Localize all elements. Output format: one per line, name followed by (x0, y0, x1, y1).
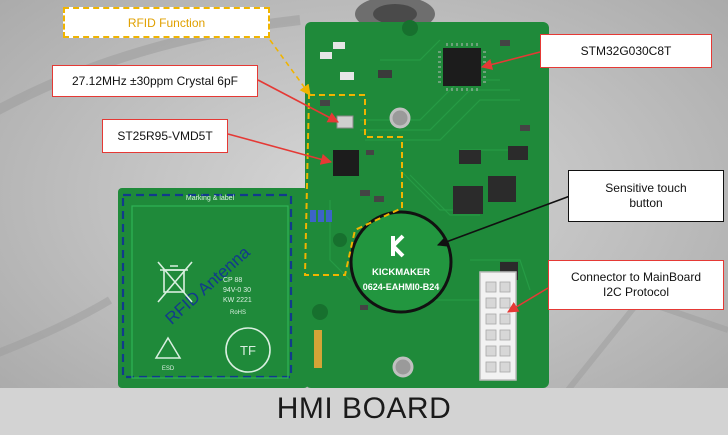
silk-code-text: 94V-0 30 (223, 287, 251, 294)
esd-mark: ESD (162, 366, 175, 372)
mcu-callout: STM32G030C8T (540, 34, 712, 68)
silk-header-text: Marking & label (186, 195, 235, 202)
connector-callout: Connector to MainBoard I2C Protocol (548, 260, 724, 310)
mcu-chip (443, 48, 481, 86)
tf-mark: TF (240, 343, 256, 358)
rfid-chip (333, 150, 359, 176)
silk-code-text: KW 2221 (223, 297, 252, 304)
page-title: HMI BOARD (276, 392, 452, 425)
rfid-function-callout: RFID Function (63, 7, 270, 38)
kickmaker-brand-text: KICKMAKER (372, 267, 430, 278)
board-id-text: 0624-EAHMI0-B24 (363, 282, 440, 292)
silk-code-text: CP 88 (223, 277, 242, 284)
touch-button-callout: Sensitive touch button (568, 170, 724, 222)
mounting-hole (392, 356, 414, 378)
mounting-hole (402, 20, 418, 36)
mosfet-component (508, 146, 528, 160)
mosfet-component (459, 150, 481, 164)
mounting-hole (312, 304, 328, 320)
mounting-hole (333, 233, 347, 247)
crystal-callout: 27.12MHz ±30ppm Crystal 6pF (52, 65, 258, 97)
mounting-hole (389, 107, 411, 129)
mosfet-component (488, 176, 516, 202)
mosfet-component (453, 186, 483, 214)
mainboard-connector (479, 271, 517, 381)
test-pads (314, 330, 322, 368)
crystal-component (336, 115, 354, 129)
rohs-mark: RoHS (230, 310, 246, 316)
rfid-chip-callout: ST25R95-VMD5T (102, 119, 228, 153)
touch-button-ring (349, 210, 453, 314)
